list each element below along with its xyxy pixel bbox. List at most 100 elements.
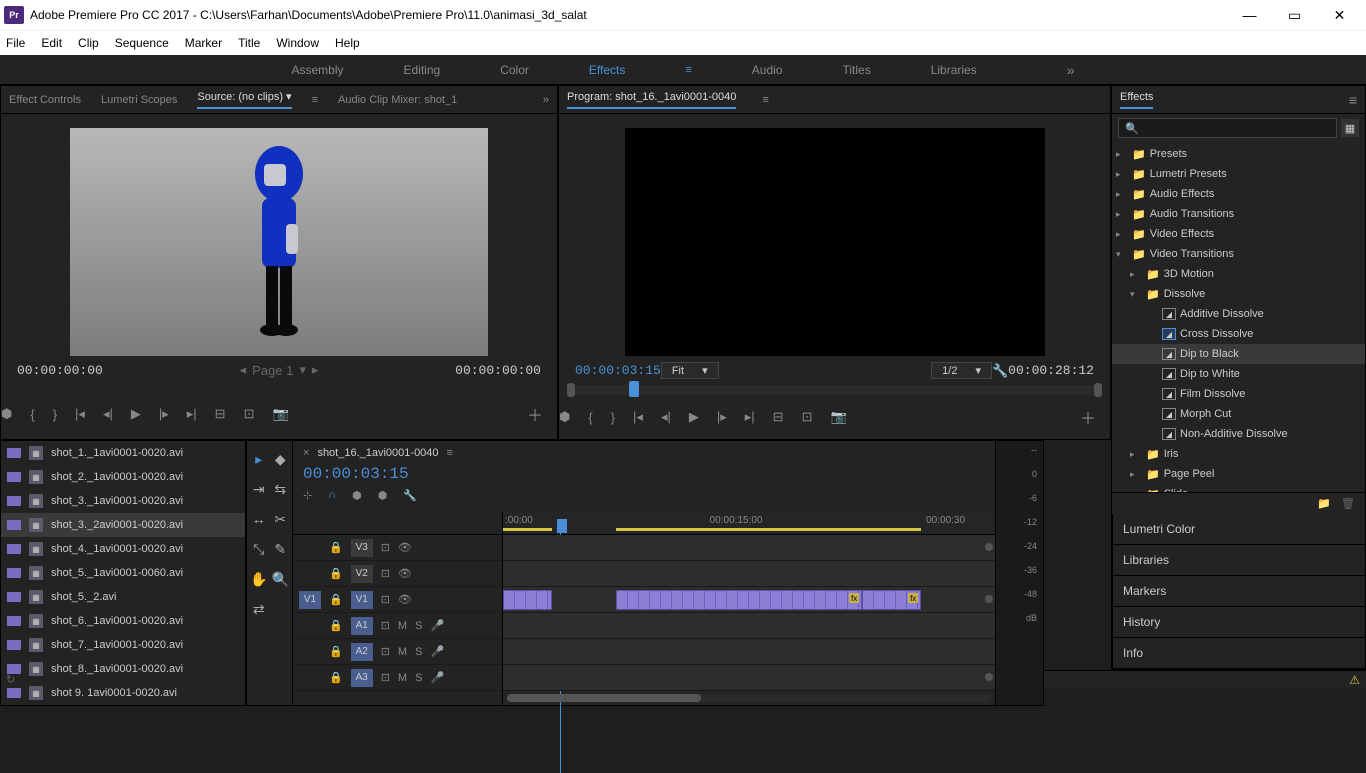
track-lane-a1[interactable] — [503, 613, 995, 639]
timeline-scrollbar[interactable] — [503, 691, 995, 705]
folder-audio-effects[interactable]: ▸📁Audio Effects — [1112, 184, 1365, 204]
workspace-color[interactable]: Color — [500, 63, 529, 77]
settings-icon[interactable]: ⬢ — [378, 489, 388, 502]
lock-icon[interactable]: 🔒 — [329, 541, 343, 554]
project-item[interactable]: ▦shot_7._1avi0001-0020.avi — [1, 633, 245, 657]
eye-icon[interactable]: 👁 — [398, 541, 412, 554]
project-item[interactable]: ▦shot_4._1avi0001-0020.avi — [1, 537, 245, 561]
tab-libraries[interactable]: Libraries — [1113, 545, 1365, 576]
track-toggle-v2[interactable]: V2 — [351, 565, 373, 583]
source-tab-menu-icon[interactable]: ≡ — [312, 94, 318, 106]
step-forward-icon[interactable]: |▸ — [717, 409, 727, 425]
hand-tool-icon[interactable]: ✋ — [249, 565, 269, 593]
effect-item[interactable]: ◢Morph Cut — [1112, 404, 1365, 424]
close-button[interactable]: ✕ — [1317, 0, 1362, 30]
track-toggle-a2[interactable]: A2 — [351, 643, 373, 661]
folder-page-peel[interactable]: ▸📁Page Peel — [1112, 464, 1365, 484]
sync-lock-icon[interactable]: ⊡ — [381, 619, 390, 632]
program-scrub-bar[interactable] — [571, 385, 1098, 395]
keyframe-dot[interactable] — [985, 543, 993, 551]
project-item[interactable]: ▦shot_8._1avi0001-0020.avi — [1, 657, 245, 681]
sync-lock-icon[interactable]: ⊡ — [381, 567, 390, 580]
timeline-playhead[interactable] — [557, 519, 567, 533]
project-item[interactable]: ▦shot 9. 1avi0001-0020.avi — [1, 681, 245, 705]
menu-title[interactable]: Title — [238, 36, 260, 50]
add-transport-button-icon[interactable]: ＋ — [1080, 405, 1096, 429]
panel-menu-icon[interactable]: ≡ — [1349, 92, 1357, 108]
workspace-effects[interactable]: Effects — [589, 63, 625, 77]
sequence-close-icon[interactable]: × — [303, 447, 309, 459]
folder-iris[interactable]: ▸📁Iris — [1112, 444, 1365, 464]
clip[interactable]: fx — [616, 590, 862, 610]
zoom-tool-icon[interactable]: 🔍 — [271, 565, 291, 593]
sequence-menu-icon[interactable]: ≡ — [447, 447, 453, 459]
effects-filter-icon[interactable]: ▦ — [1341, 119, 1359, 137]
play-icon[interactable]: ▶ — [131, 406, 141, 422]
go-in-icon[interactable]: |◂ — [633, 409, 643, 425]
workspace-menu-icon[interactable]: ≡ — [685, 64, 691, 76]
record-icon[interactable]: 🎤 — [430, 671, 444, 684]
effect-item[interactable]: ◢Non-Additive Dissolve — [1112, 424, 1365, 444]
sequence-name[interactable]: shot_16._1avi0001-0040 — [317, 447, 438, 459]
track-toggle-v3[interactable]: V3 — [351, 539, 373, 557]
razor-tool-icon[interactable]: ✂ — [271, 505, 291, 533]
eye-icon[interactable]: 👁 — [398, 567, 412, 580]
slip-tool-icon[interactable]: ⤡ — [249, 535, 269, 563]
type-tool-icon[interactable]: ⇄ — [249, 595, 269, 623]
zoom-dropdown[interactable]: 1/2▾ — [931, 362, 992, 379]
menu-clip[interactable]: Clip — [78, 36, 99, 50]
scrub-playhead[interactable] — [629, 381, 639, 397]
step-back-icon[interactable]: ◂| — [103, 406, 113, 422]
play-icon[interactable]: ▶ — [689, 409, 699, 425]
track-toggle-a1[interactable]: A1 — [351, 617, 373, 635]
scrub-handle-right[interactable] — [1094, 383, 1102, 397]
step-back-icon[interactable]: ◂| — [661, 409, 671, 425]
delete-icon[interactable]: 🗑 — [1341, 497, 1355, 510]
track-header-v1[interactable]: V1🔒V1⊡👁 — [293, 587, 502, 613]
track-target-v1[interactable]: V1 — [299, 591, 321, 609]
effect-item[interactable]: ◢Dip to White — [1112, 364, 1365, 384]
warning-icon[interactable]: ⚠ — [1349, 673, 1360, 687]
scrub-handle-left[interactable] — [567, 383, 575, 397]
folder-lumetri-presets[interactable]: ▸📁Lumetri Presets — [1112, 164, 1365, 184]
workspace-audio[interactable]: Audio — [752, 63, 783, 77]
go-out-icon[interactable]: ▸| — [745, 409, 755, 425]
timeline-ruler[interactable]: :00:00 00:00:15:00 00:00:30 — [503, 511, 995, 535]
tab-markers[interactable]: Markers — [1113, 576, 1365, 607]
keyframe-dot[interactable] — [985, 673, 993, 681]
folder-dissolve[interactable]: ▾📁Dissolve — [1112, 284, 1365, 304]
workspace-assembly[interactable]: Assembly — [291, 63, 343, 77]
out-point-icon[interactable]: } — [611, 410, 615, 425]
insert-icon[interactable]: ⊟ — [215, 406, 226, 422]
project-item[interactable]: ▦shot_5._1avi0001-0060.avi — [1, 561, 245, 585]
step-forward-icon[interactable]: |▸ — [159, 406, 169, 422]
sync-lock-icon[interactable]: ⊡ — [381, 541, 390, 554]
tab-source[interactable]: Source: (no clips) ▾ — [197, 90, 291, 109]
lock-icon[interactable]: 🔒 — [329, 671, 343, 684]
effect-item[interactable]: ◢Film Dissolve — [1112, 384, 1365, 404]
page-dropdown-icon[interactable]: ▾ — [299, 362, 306, 378]
folder-presets[interactable]: ▸📁Presets — [1112, 144, 1365, 164]
eye-icon[interactable]: 👁 — [398, 593, 412, 606]
project-item[interactable]: ▦shot_2._1avi0001-0020.avi — [1, 465, 245, 489]
sync-lock-icon[interactable]: ⊡ — [381, 645, 390, 658]
go-in-icon[interactable]: |◂ — [75, 406, 85, 422]
project-item[interactable]: ▦shot_5._2.avi — [1, 585, 245, 609]
workspace-editing[interactable]: Editing — [403, 63, 440, 77]
effect-item[interactable]: ◢Additive Dissolve — [1112, 304, 1365, 324]
in-point-icon[interactable]: { — [30, 407, 34, 422]
lift-icon[interactable]: ⊟ — [773, 409, 784, 425]
tab-info[interactable]: Info — [1113, 638, 1365, 669]
minimize-button[interactable]: — — [1227, 0, 1272, 30]
program-timecode-current[interactable]: 00:00:03:15 — [575, 363, 661, 378]
folder-audio-transitions[interactable]: ▸📁Audio Transitions — [1112, 204, 1365, 224]
clip[interactable]: fx — [862, 590, 921, 610]
tab-effects[interactable]: Effects — [1120, 91, 1153, 109]
tab-program[interactable]: Program: shot_16._1avi0001-0040 — [567, 91, 736, 109]
folder-3d-motion[interactable]: ▸📁3D Motion — [1112, 264, 1365, 284]
in-point-icon[interactable]: { — [588, 410, 592, 425]
project-item[interactable]: ▦shot_6._1avi0001-0020.avi — [1, 609, 245, 633]
lock-icon[interactable]: 🔒 — [329, 567, 343, 580]
program-tab-menu-icon[interactable]: ≡ — [762, 94, 768, 106]
page-next-icon[interactable]: ▸ — [312, 362, 319, 378]
